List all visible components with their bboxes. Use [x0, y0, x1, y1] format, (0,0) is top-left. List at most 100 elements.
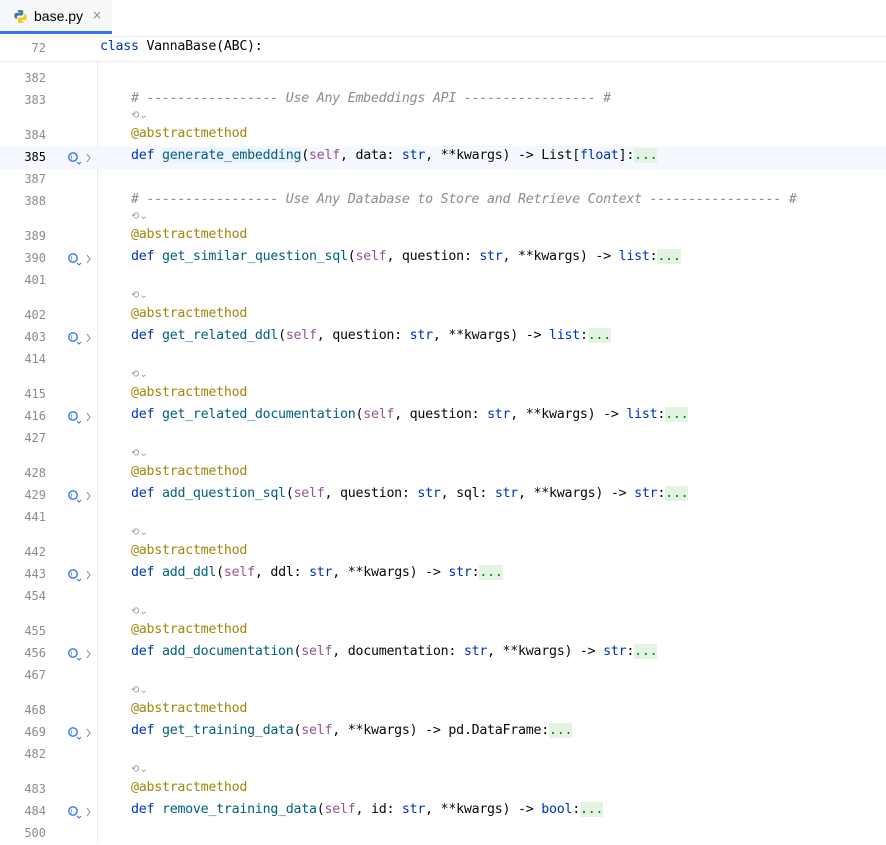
folded-body[interactable]: ...	[657, 249, 681, 264]
folded-body[interactable]: ...	[634, 644, 658, 659]
code-line[interactable]: 428 @abstractmethod	[0, 462, 886, 485]
editor-tab-bar: base.py ×	[0, 0, 886, 37]
code-line[interactable]: 456 I def add_documentation(self, docume…	[0, 642, 886, 665]
line-number: 429	[24, 488, 46, 502]
svg-text:I: I	[71, 809, 73, 816]
decorator: @abstractmethod	[131, 701, 248, 716]
implementing-method-icon[interactable]: I	[67, 410, 91, 424]
code-line[interactable]: 382	[0, 67, 886, 90]
code-line[interactable]: 401	[0, 269, 886, 292]
code-line[interactable]: 469 I def get_training_data(self, **kwar…	[0, 721, 886, 744]
inlay-hint-icon[interactable]: ⟲⌄	[131, 685, 148, 696]
inlay-hint-row: ⟲⌄	[0, 448, 886, 462]
line-number: 442	[24, 545, 46, 559]
inlay-hint-icon[interactable]: ⟲⌄	[131, 448, 148, 459]
code-line[interactable]: 482	[0, 743, 886, 766]
code-line-current[interactable]: 385 I def generate_embedding(self, data:…	[0, 146, 886, 169]
inlay-hint-icon[interactable]: ⟲⌄	[131, 211, 148, 222]
decorator: @abstractmethod	[131, 543, 248, 558]
inlay-hint-icon[interactable]: ⟲⌄	[131, 527, 148, 538]
code-line[interactable]: 500	[0, 822, 886, 845]
line-number: 454	[24, 589, 46, 603]
inlay-hint-icon[interactable]: ⟲⌄	[131, 290, 148, 301]
line-number: 382	[24, 71, 46, 85]
decorator: @abstractmethod	[131, 622, 248, 637]
decorator: @abstractmethod	[131, 780, 248, 795]
close-tab-icon[interactable]: ×	[92, 8, 102, 22]
line-number: 383	[24, 93, 46, 107]
folded-body[interactable]: ...	[665, 407, 689, 422]
svg-text:I: I	[71, 414, 73, 421]
line-number: 482	[24, 747, 46, 761]
implementing-method-icon[interactable]: I	[67, 331, 91, 345]
method-signature: def get_similar_question_sql(self, quest…	[131, 249, 681, 264]
folded-body[interactable]: ...	[634, 148, 658, 163]
code-line[interactable]: 442 @abstractmethod	[0, 541, 886, 564]
code-line[interactable]: 389 @abstractmethod	[0, 225, 886, 248]
code-line[interactable]: 416 I def get_related_documentation(self…	[0, 405, 886, 428]
code-line[interactable]: 387	[0, 168, 886, 191]
code-line[interactable]: 384 @abstractmethod	[0, 124, 886, 147]
implementing-method-icon[interactable]: I	[67, 726, 91, 740]
inlay-hint-row: ⟲⌄	[0, 369, 886, 383]
line-number: 456	[24, 646, 46, 660]
inlay-hint-icon[interactable]: ⟲⌄	[131, 369, 148, 380]
line-number: 441	[24, 510, 46, 524]
tab-filename: base.py	[34, 8, 84, 24]
code-line[interactable]: 455 @abstractmethod	[0, 620, 886, 643]
code-line[interactable]: 427	[0, 427, 886, 450]
folded-body[interactable]: ...	[579, 802, 603, 817]
implementing-method-icon[interactable]: I	[67, 489, 91, 503]
decorator: @abstractmethod	[131, 227, 248, 242]
implementing-method-icon[interactable]: I	[67, 252, 91, 266]
code-line[interactable]: 468 @abstractmethod	[0, 699, 886, 722]
code-line[interactable]: 415 @abstractmethod	[0, 383, 886, 406]
method-signature: def get_related_documentation(self, ques…	[131, 407, 689, 422]
inlay-hint-row: ⟲⌄	[0, 110, 886, 124]
code-line[interactable]: 414	[0, 348, 886, 371]
section-comment: # ----------------- Use Any Database to …	[131, 192, 797, 207]
implementing-method-icon[interactable]: I	[67, 805, 91, 819]
sticky-class-declaration: class VannaBase(ABC):	[100, 39, 263, 54]
code-line[interactable]: 454	[0, 585, 886, 608]
folded-body[interactable]: ...	[479, 565, 503, 580]
code-line[interactable]: 388 # ----------------- Use Any Database…	[0, 190, 886, 213]
svg-text:I: I	[71, 256, 73, 263]
code-line[interactable]: 467	[0, 664, 886, 687]
code-line[interactable]: 403 I def get_related_ddl(self, question…	[0, 326, 886, 349]
implementing-method-icon[interactable]: I	[67, 568, 91, 582]
inlay-hint-icon[interactable]: ⟲⌄	[131, 764, 148, 775]
line-number: 469	[24, 725, 46, 739]
code-line[interactable]: 429 I def add_question_sql(self, questio…	[0, 484, 886, 507]
code-line[interactable]: 383 # ----------------- Use Any Embeddin…	[0, 89, 886, 112]
line-number: 483	[24, 782, 46, 796]
folded-body[interactable]: ...	[665, 486, 689, 501]
inlay-hint-row: ⟲⌄	[0, 764, 886, 778]
implementing-method-icon[interactable]: I	[67, 647, 91, 661]
inlay-hint-icon[interactable]: ⟲⌄	[131, 110, 148, 121]
code-line[interactable]: 402 @abstractmethod	[0, 304, 886, 327]
code-line[interactable]: 483 @abstractmethod	[0, 778, 886, 801]
inlay-hint-icon[interactable]: ⟲⌄	[131, 606, 148, 617]
keyword-class: class	[100, 39, 139, 54]
line-number: 415	[24, 387, 46, 401]
line-number: 484	[24, 804, 46, 818]
svg-text:I: I	[71, 335, 73, 342]
line-number: 401	[24, 273, 46, 287]
section-comment: # ----------------- Use Any Embeddings A…	[131, 91, 611, 106]
code-line[interactable]: 441	[0, 506, 886, 529]
decorator: @abstractmethod	[131, 306, 248, 321]
folded-body[interactable]: ...	[548, 723, 572, 738]
line-number: 500	[24, 826, 46, 840]
code-line[interactable]: 443 I def add_ddl(self, ddl: str, **kwar…	[0, 563, 886, 586]
decorator: @abstractmethod	[131, 385, 248, 400]
code-line[interactable]: 484 I def remove_training_data(self, id:…	[0, 800, 886, 823]
line-number: 389	[24, 229, 46, 243]
sticky-scope-header[interactable]: 72 class VannaBase(ABC):	[0, 37, 886, 62]
method-signature: def generate_embedding(self, data: str, …	[131, 148, 658, 163]
code-line[interactable]: 390 I def get_similar_question_sql(self,…	[0, 247, 886, 270]
implementing-method-icon[interactable]: I	[67, 151, 91, 165]
folded-body[interactable]: ...	[587, 328, 611, 343]
line-number: 414	[24, 352, 46, 366]
tab-base-py[interactable]: base.py ×	[0, 0, 112, 34]
